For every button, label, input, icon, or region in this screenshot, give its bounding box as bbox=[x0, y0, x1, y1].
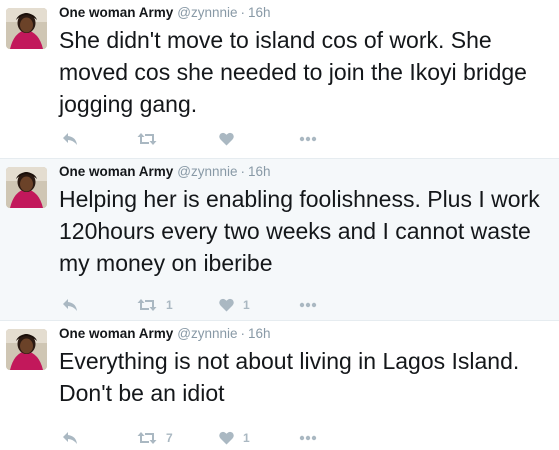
meta-separator: · bbox=[240, 326, 246, 341]
tweet-header: One woman Army @zynnnie · 16h bbox=[59, 164, 271, 180]
retweet-button[interactable]: 7 bbox=[137, 429, 173, 447]
avatar[interactable] bbox=[6, 8, 47, 49]
tweet-text: She didn't move to island cos of work. S… bbox=[59, 27, 527, 117]
heart-icon bbox=[219, 431, 234, 445]
retweet-icon bbox=[137, 432, 157, 444]
author-handle[interactable]: @zynnnie bbox=[177, 326, 237, 341]
tweet-text: Helping her is enabling foolishness. Plu… bbox=[59, 186, 540, 276]
tweet[interactable]: One woman Army @zynnnie · 16h Helping her i… bbox=[0, 159, 559, 321]
reply-icon bbox=[63, 299, 77, 311]
tweet-header: One woman Army @zynnnie · 16h bbox=[59, 5, 271, 21]
author-name[interactable]: One woman Army bbox=[59, 5, 173, 20]
retweet-icon bbox=[137, 133, 157, 145]
author-name[interactable]: One woman Army bbox=[59, 326, 173, 341]
author-handle[interactable]: @zynnnie bbox=[177, 5, 237, 20]
more-icon bbox=[299, 435, 317, 441]
author-handle[interactable]: @zynnnie bbox=[177, 164, 237, 179]
tweet[interactable]: One woman Army @zynnnie · 16h Everything is… bbox=[0, 321, 559, 450]
retweet-button[interactable] bbox=[137, 130, 166, 148]
like-count: 1 bbox=[243, 431, 250, 445]
tweet-actions bbox=[59, 130, 359, 148]
tweet-text: Everything is not about living in Lagos … bbox=[59, 348, 520, 406]
meta-separator: · bbox=[240, 5, 246, 20]
like-button[interactable] bbox=[219, 130, 243, 148]
more-button[interactable] bbox=[299, 429, 317, 447]
more-icon bbox=[299, 136, 317, 142]
tweet-actions: 1 1 bbox=[59, 296, 359, 314]
tweet[interactable]: One woman Army @zynnnie · 16h She didn't mo… bbox=[0, 0, 559, 159]
like-button[interactable]: 1 bbox=[219, 296, 250, 314]
more-button[interactable] bbox=[299, 296, 317, 314]
timestamp[interactable]: 16h bbox=[248, 5, 271, 20]
more-button[interactable] bbox=[299, 130, 317, 148]
reply-button[interactable] bbox=[62, 130, 78, 148]
reply-icon bbox=[63, 432, 77, 444]
retweet-count: 7 bbox=[166, 431, 173, 445]
retweet-icon bbox=[137, 299, 157, 311]
heart-icon bbox=[219, 298, 234, 312]
avatar[interactable] bbox=[6, 167, 47, 208]
like-button[interactable]: 1 bbox=[219, 429, 250, 447]
retweet-count: 1 bbox=[166, 298, 173, 312]
author-name[interactable]: One woman Army bbox=[59, 164, 173, 179]
reply-button[interactable] bbox=[62, 296, 78, 314]
avatar[interactable] bbox=[6, 329, 47, 370]
tweet-header: One woman Army @zynnnie · 16h bbox=[59, 326, 271, 342]
tweet-feed: One woman Army @zynnnie · 16h She didn't mo… bbox=[0, 0, 559, 450]
timestamp[interactable]: 16h bbox=[248, 326, 271, 341]
reply-icon bbox=[63, 133, 77, 145]
retweet-button[interactable]: 1 bbox=[137, 296, 173, 314]
tweet-actions: 7 1 bbox=[59, 429, 359, 447]
meta-separator: · bbox=[240, 164, 246, 179]
reply-button[interactable] bbox=[62, 429, 78, 447]
more-icon bbox=[299, 302, 317, 308]
timestamp[interactable]: 16h bbox=[248, 164, 271, 179]
like-count: 1 bbox=[243, 298, 250, 312]
heart-icon bbox=[219, 132, 234, 146]
